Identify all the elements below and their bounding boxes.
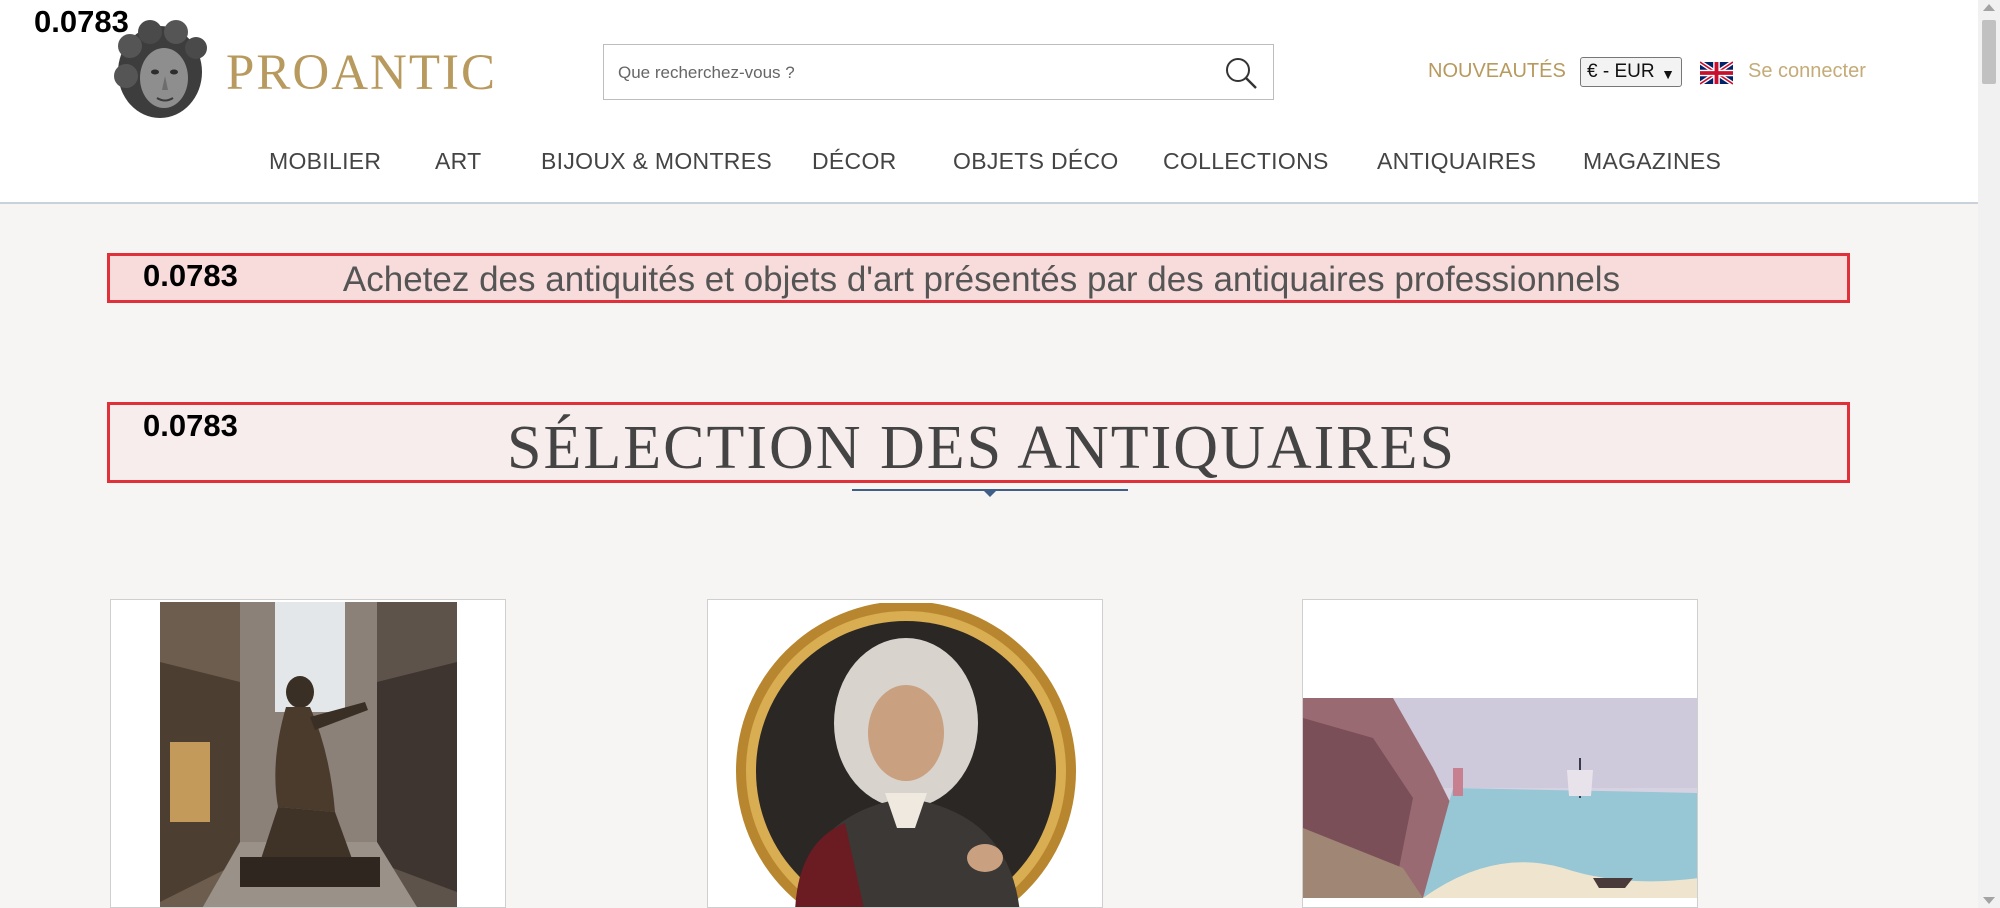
score-badge: 0.0783	[34, 4, 129, 39]
banner-text: Achetez des antiquités et objets d'art p…	[342, 260, 1621, 299]
search-box[interactable]	[603, 44, 1274, 101]
promo-banner: Achetez des antiquités et objets d'art p…	[107, 253, 1850, 303]
login-link[interactable]: Se connecter	[1748, 60, 1866, 83]
banner-score-badge: 0.0783	[143, 258, 238, 293]
nav-item-decor[interactable]: DÉCOR	[812, 148, 897, 175]
search-input[interactable]	[616, 45, 1200, 101]
divider-arrow-icon	[983, 490, 997, 497]
chevron-down-icon: ▼	[1661, 66, 1675, 82]
currency-select[interactable]: € - EUR ▼	[1580, 57, 1682, 87]
bronze-sculpture-image[interactable]	[160, 602, 457, 908]
section-heading-box: SÉLECTION DES ANTIQUAIRES	[107, 402, 1850, 483]
scroll-down-arrow-icon[interactable]	[1983, 897, 1995, 904]
product-card[interactable]	[110, 599, 506, 908]
product-card[interactable]	[1302, 599, 1698, 908]
portrait-painting-image[interactable]	[735, 603, 1077, 908]
nav-item-mobilier[interactable]: MOBILIER	[269, 148, 381, 175]
scrollbar-thumb[interactable]	[1982, 20, 1996, 84]
nav-item-antiquaires[interactable]: ANTIQUAIRES	[1377, 148, 1536, 175]
nouveautes-link[interactable]: NOUVEAUTÉS	[1428, 60, 1566, 83]
section-title: SÉLECTION DES ANTIQUAIRES	[507, 414, 1456, 482]
nav-item-magazines[interactable]: MAGAZINES	[1583, 148, 1721, 175]
site-header: PROANTIC NOUVEAUTÉS € - EUR ▼ Se connect…	[0, 0, 1978, 204]
scroll-up-arrow-icon[interactable]	[1983, 4, 1995, 11]
nav-item-bijoux-montres[interactable]: BIJOUX & MONTRES	[541, 148, 772, 175]
nav-item-collections[interactable]: COLLECTIONS	[1163, 148, 1329, 175]
vertical-scrollbar[interactable]	[1978, 0, 2000, 908]
uk-flag-icon[interactable]	[1700, 61, 1733, 85]
brand-name[interactable]: PROANTIC	[226, 44, 497, 102]
nav-item-art[interactable]: ART	[435, 148, 482, 175]
section-score-badge: 0.0783	[143, 408, 238, 443]
nav-item-objets-deco[interactable]: OBJETS DÉCO	[953, 148, 1119, 175]
main-nav: MOBILIER ART BIJOUX & MONTRES DÉCOR OBJE…	[0, 148, 1978, 178]
seascape-painting-image[interactable]	[1303, 698, 1698, 898]
search-icon[interactable]	[1223, 55, 1259, 91]
currency-value: € - EUR	[1587, 61, 1655, 82]
product-card[interactable]	[707, 599, 1103, 908]
